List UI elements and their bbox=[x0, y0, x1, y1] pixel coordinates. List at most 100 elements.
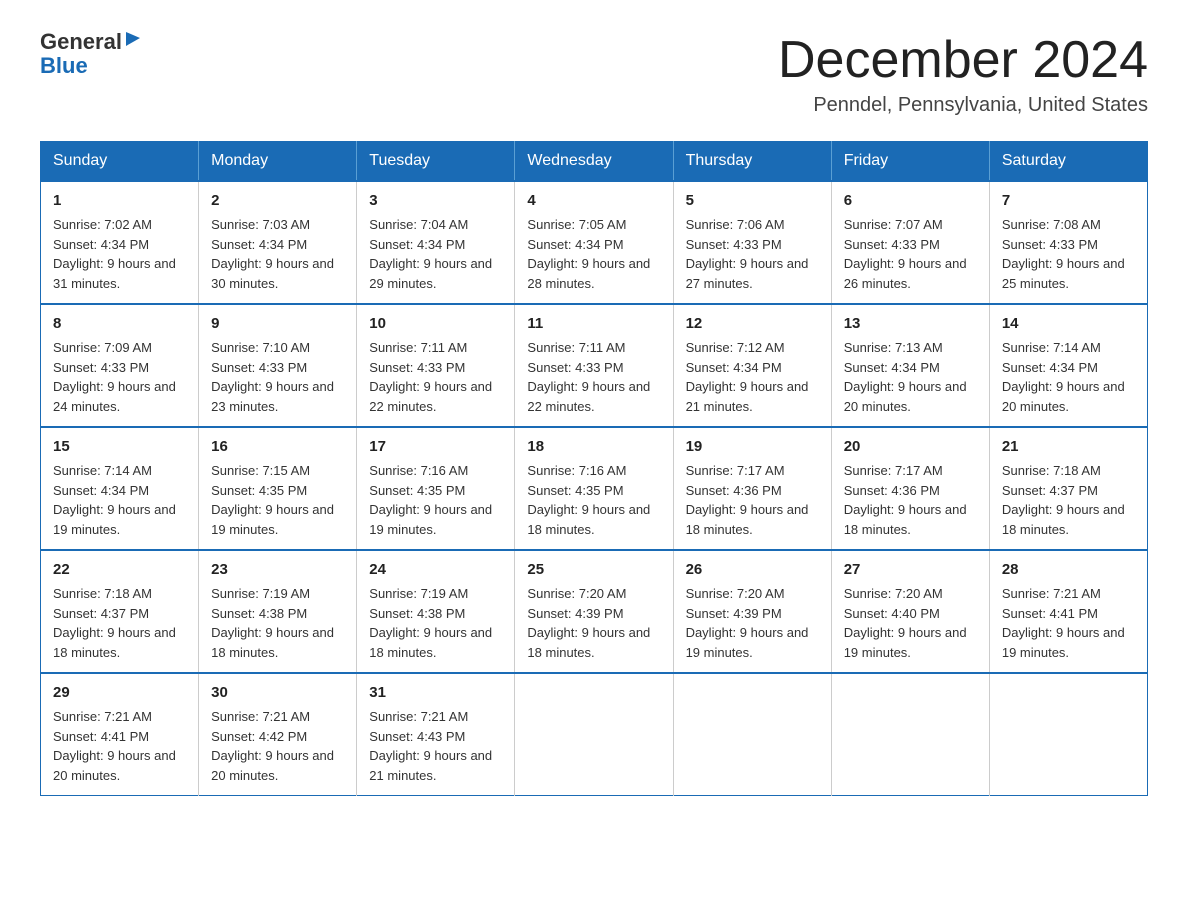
calendar-week-4: 22 Sunrise: 7:18 AMSunset: 4:37 PMDaylig… bbox=[41, 550, 1148, 673]
day-info: Sunrise: 7:05 AMSunset: 4:34 PMDaylight:… bbox=[527, 217, 650, 291]
day-number: 14 bbox=[1002, 315, 1135, 332]
day-number: 2 bbox=[211, 192, 344, 209]
day-info: Sunrise: 7:16 AMSunset: 4:35 PMDaylight:… bbox=[527, 463, 650, 537]
calendar-cell: 3 Sunrise: 7:04 AMSunset: 4:34 PMDayligh… bbox=[357, 181, 515, 304]
day-number: 9 bbox=[211, 315, 344, 332]
calendar-cell: 1 Sunrise: 7:02 AMSunset: 4:34 PMDayligh… bbox=[41, 181, 199, 304]
calendar-cell: 10 Sunrise: 7:11 AMSunset: 4:33 PMDaylig… bbox=[357, 304, 515, 427]
day-number: 30 bbox=[211, 684, 344, 701]
calendar-cell bbox=[673, 673, 831, 796]
calendar-cell: 23 Sunrise: 7:19 AMSunset: 4:38 PMDaylig… bbox=[199, 550, 357, 673]
calendar-cell: 6 Sunrise: 7:07 AMSunset: 4:33 PMDayligh… bbox=[831, 181, 989, 304]
day-info: Sunrise: 7:09 AMSunset: 4:33 PMDaylight:… bbox=[53, 340, 176, 414]
day-number: 7 bbox=[1002, 192, 1135, 209]
day-number: 19 bbox=[686, 438, 819, 455]
calendar-cell bbox=[831, 673, 989, 796]
day-number: 24 bbox=[369, 561, 502, 578]
day-info: Sunrise: 7:15 AMSunset: 4:35 PMDaylight:… bbox=[211, 463, 334, 537]
calendar-cell: 12 Sunrise: 7:12 AMSunset: 4:34 PMDaylig… bbox=[673, 304, 831, 427]
day-number: 20 bbox=[844, 438, 977, 455]
calendar-header-row: SundayMondayTuesdayWednesdayThursdayFrid… bbox=[41, 142, 1148, 182]
day-number: 6 bbox=[844, 192, 977, 209]
day-info: Sunrise: 7:18 AMSunset: 4:37 PMDaylight:… bbox=[53, 586, 176, 660]
calendar-cell: 15 Sunrise: 7:14 AMSunset: 4:34 PMDaylig… bbox=[41, 427, 199, 550]
calendar-cell: 21 Sunrise: 7:18 AMSunset: 4:37 PMDaylig… bbox=[989, 427, 1147, 550]
calendar-week-1: 1 Sunrise: 7:02 AMSunset: 4:34 PMDayligh… bbox=[41, 181, 1148, 304]
day-number: 11 bbox=[527, 315, 660, 332]
calendar-cell: 18 Sunrise: 7:16 AMSunset: 4:35 PMDaylig… bbox=[515, 427, 673, 550]
day-number: 15 bbox=[53, 438, 186, 455]
day-info: Sunrise: 7:20 AMSunset: 4:39 PMDaylight:… bbox=[527, 586, 650, 660]
calendar-cell: 14 Sunrise: 7:14 AMSunset: 4:34 PMDaylig… bbox=[989, 304, 1147, 427]
header-thursday: Thursday bbox=[673, 142, 831, 182]
calendar-cell: 4 Sunrise: 7:05 AMSunset: 4:34 PMDayligh… bbox=[515, 181, 673, 304]
calendar-cell: 22 Sunrise: 7:18 AMSunset: 4:37 PMDaylig… bbox=[41, 550, 199, 673]
calendar-cell: 9 Sunrise: 7:10 AMSunset: 4:33 PMDayligh… bbox=[199, 304, 357, 427]
day-info: Sunrise: 7:11 AMSunset: 4:33 PMDaylight:… bbox=[369, 340, 492, 414]
day-info: Sunrise: 7:02 AMSunset: 4:34 PMDaylight:… bbox=[53, 217, 176, 291]
day-info: Sunrise: 7:19 AMSunset: 4:38 PMDaylight:… bbox=[369, 586, 492, 660]
calendar-cell: 30 Sunrise: 7:21 AMSunset: 4:42 PMDaylig… bbox=[199, 673, 357, 796]
calendar-cell: 5 Sunrise: 7:06 AMSunset: 4:33 PMDayligh… bbox=[673, 181, 831, 304]
calendar-table: SundayMondayTuesdayWednesdayThursdayFrid… bbox=[40, 141, 1148, 796]
day-number: 18 bbox=[527, 438, 660, 455]
day-number: 31 bbox=[369, 684, 502, 701]
day-number: 23 bbox=[211, 561, 344, 578]
day-info: Sunrise: 7:17 AMSunset: 4:36 PMDaylight:… bbox=[844, 463, 967, 537]
title-section: December 2024 Penndel, Pennsylvania, Uni… bbox=[778, 30, 1148, 117]
logo-general-text: General bbox=[40, 30, 122, 54]
calendar-cell: 17 Sunrise: 7:16 AMSunset: 4:35 PMDaylig… bbox=[357, 427, 515, 550]
calendar-cell: 27 Sunrise: 7:20 AMSunset: 4:40 PMDaylig… bbox=[831, 550, 989, 673]
calendar-cell: 19 Sunrise: 7:17 AMSunset: 4:36 PMDaylig… bbox=[673, 427, 831, 550]
calendar-cell bbox=[989, 673, 1147, 796]
day-info: Sunrise: 7:08 AMSunset: 4:33 PMDaylight:… bbox=[1002, 217, 1125, 291]
logo-blue-text: Blue bbox=[40, 54, 142, 78]
day-number: 26 bbox=[686, 561, 819, 578]
day-number: 3 bbox=[369, 192, 502, 209]
calendar-cell: 25 Sunrise: 7:20 AMSunset: 4:39 PMDaylig… bbox=[515, 550, 673, 673]
day-info: Sunrise: 7:10 AMSunset: 4:33 PMDaylight:… bbox=[211, 340, 334, 414]
day-info: Sunrise: 7:04 AMSunset: 4:34 PMDaylight:… bbox=[369, 217, 492, 291]
day-number: 13 bbox=[844, 315, 977, 332]
day-info: Sunrise: 7:14 AMSunset: 4:34 PMDaylight:… bbox=[1002, 340, 1125, 414]
header-monday: Monday bbox=[199, 142, 357, 182]
day-info: Sunrise: 7:11 AMSunset: 4:33 PMDaylight:… bbox=[527, 340, 650, 414]
day-info: Sunrise: 7:18 AMSunset: 4:37 PMDaylight:… bbox=[1002, 463, 1125, 537]
day-number: 8 bbox=[53, 315, 186, 332]
day-info: Sunrise: 7:06 AMSunset: 4:33 PMDaylight:… bbox=[686, 217, 809, 291]
day-info: Sunrise: 7:21 AMSunset: 4:43 PMDaylight:… bbox=[369, 709, 492, 783]
day-number: 28 bbox=[1002, 561, 1135, 578]
calendar-cell: 13 Sunrise: 7:13 AMSunset: 4:34 PMDaylig… bbox=[831, 304, 989, 427]
calendar-cell: 31 Sunrise: 7:21 AMSunset: 4:43 PMDaylig… bbox=[357, 673, 515, 796]
header-tuesday: Tuesday bbox=[357, 142, 515, 182]
day-info: Sunrise: 7:21 AMSunset: 4:42 PMDaylight:… bbox=[211, 709, 334, 783]
day-info: Sunrise: 7:20 AMSunset: 4:40 PMDaylight:… bbox=[844, 586, 967, 660]
calendar-subtitle: Penndel, Pennsylvania, United States bbox=[778, 94, 1148, 117]
day-number: 16 bbox=[211, 438, 344, 455]
calendar-week-2: 8 Sunrise: 7:09 AMSunset: 4:33 PMDayligh… bbox=[41, 304, 1148, 427]
day-info: Sunrise: 7:21 AMSunset: 4:41 PMDaylight:… bbox=[53, 709, 176, 783]
calendar-cell: 20 Sunrise: 7:17 AMSunset: 4:36 PMDaylig… bbox=[831, 427, 989, 550]
header-sunday: Sunday bbox=[41, 142, 199, 182]
day-number: 1 bbox=[53, 192, 186, 209]
day-info: Sunrise: 7:21 AMSunset: 4:41 PMDaylight:… bbox=[1002, 586, 1125, 660]
calendar-cell bbox=[515, 673, 673, 796]
header-wednesday: Wednesday bbox=[515, 142, 673, 182]
day-info: Sunrise: 7:12 AMSunset: 4:34 PMDaylight:… bbox=[686, 340, 809, 414]
day-number: 17 bbox=[369, 438, 502, 455]
calendar-header: SundayMondayTuesdayWednesdayThursdayFrid… bbox=[41, 142, 1148, 182]
day-info: Sunrise: 7:20 AMSunset: 4:39 PMDaylight:… bbox=[686, 586, 809, 660]
day-number: 5 bbox=[686, 192, 819, 209]
header-saturday: Saturday bbox=[989, 142, 1147, 182]
page-header: General Blue December 2024 Penndel, Penn… bbox=[40, 30, 1148, 117]
calendar-title: December 2024 bbox=[778, 30, 1148, 90]
day-info: Sunrise: 7:07 AMSunset: 4:33 PMDaylight:… bbox=[844, 217, 967, 291]
day-number: 4 bbox=[527, 192, 660, 209]
calendar-cell: 24 Sunrise: 7:19 AMSunset: 4:38 PMDaylig… bbox=[357, 550, 515, 673]
header-friday: Friday bbox=[831, 142, 989, 182]
logo: General Blue bbox=[40, 30, 142, 78]
day-number: 29 bbox=[53, 684, 186, 701]
day-info: Sunrise: 7:14 AMSunset: 4:34 PMDaylight:… bbox=[53, 463, 176, 537]
calendar-body: 1 Sunrise: 7:02 AMSunset: 4:34 PMDayligh… bbox=[41, 181, 1148, 796]
day-number: 21 bbox=[1002, 438, 1135, 455]
